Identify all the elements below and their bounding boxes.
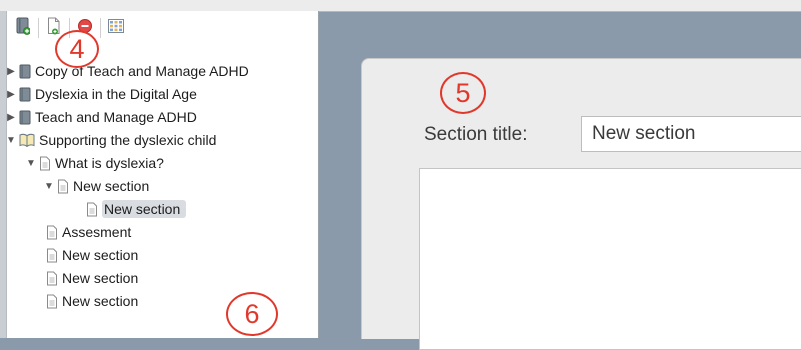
tree-item-book[interactable]: ▶ Teach and Manage ADHD	[6, 106, 197, 128]
section-title-label: Section title:	[424, 124, 528, 145]
tree-item-label: Supporting the dyslexic child	[39, 132, 217, 148]
tree-item-page[interactable]: ▼ What is dyslexia?	[26, 152, 164, 174]
new-book-button[interactable]	[10, 17, 36, 39]
annotation-callout-6: 6	[226, 292, 278, 336]
page-icon	[39, 156, 51, 171]
tree-item-label: Dyslexia in the Digital Age	[35, 86, 197, 102]
toolbar-separator	[100, 18, 101, 38]
tree-item-label: New section	[102, 200, 187, 218]
tree-item-label: Teach and Manage ADHD	[35, 109, 197, 125]
tree-item-book[interactable]: ▶ Copy of Teach and Manage ADHD	[6, 60, 249, 82]
page-icon	[46, 294, 58, 309]
expand-triangle-icon[interactable]: ▶	[6, 106, 16, 128]
collapse-triangle-icon[interactable]: ▼	[6, 129, 16, 151]
annotation-callout-4: 4	[55, 30, 99, 68]
tree-item-page[interactable]: New section	[46, 290, 138, 312]
expand-triangle-icon[interactable]: ▶	[6, 83, 16, 105]
page-icon	[57, 179, 69, 194]
book-icon	[19, 87, 31, 102]
tree-item-label: What is dyslexia?	[55, 155, 164, 171]
tree-item-label: New section	[62, 270, 139, 286]
page-icon	[46, 225, 58, 240]
toolbar-separator	[38, 18, 39, 38]
book-icon	[19, 64, 31, 79]
tree-item-label: New section	[62, 247, 139, 263]
page-icon	[46, 271, 58, 286]
section-title-input[interactable]	[581, 116, 801, 152]
tree-item-book[interactable]: ▶ Dyslexia in the Digital Age	[6, 83, 197, 105]
expand-triangle-icon[interactable]: ▶	[6, 60, 16, 82]
tree-item-label: New section	[73, 178, 150, 194]
tree-item-label: Assesment	[62, 224, 132, 240]
collapse-triangle-icon[interactable]: ▼	[26, 152, 36, 174]
page-icon	[86, 202, 98, 217]
collapse-triangle-icon[interactable]: ▼	[44, 175, 54, 197]
open-book-icon	[19, 133, 35, 147]
page-add-icon	[47, 17, 61, 40]
tree-item-page[interactable]: ▼ New section	[44, 175, 149, 197]
book-add-icon	[16, 17, 31, 40]
page-icon	[46, 248, 58, 263]
grid-icon	[108, 18, 124, 38]
annotation-callout-5: 5	[440, 72, 486, 114]
tree-item-page-selected[interactable]: New section	[86, 198, 187, 220]
tree-item-page[interactable]: Assesment	[46, 221, 131, 243]
grid-view-button[interactable]	[103, 17, 129, 39]
tree-item-book-open[interactable]: ▼ Supporting the dyslexic child	[6, 129, 216, 151]
tree-item-label: New section	[62, 293, 139, 309]
section-content-editor[interactable]	[419, 168, 801, 350]
tree-item-page[interactable]: New section	[46, 267, 138, 289]
book-icon	[19, 110, 31, 125]
tree-item-page[interactable]: New section	[46, 244, 138, 266]
